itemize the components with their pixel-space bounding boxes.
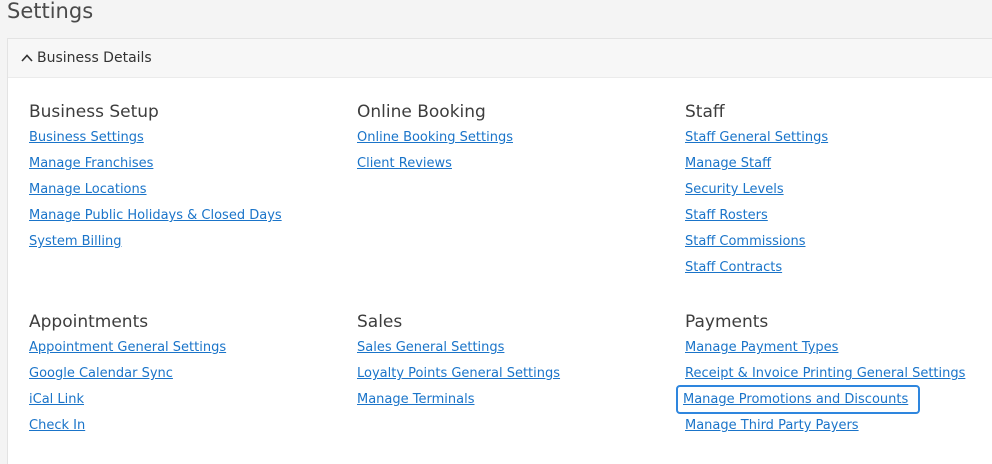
link-sales-general-settings[interactable]: Sales General Settings: [357, 340, 504, 355]
link-manage-locations[interactable]: Manage Locations: [29, 182, 147, 197]
link-check-in[interactable]: Check In: [29, 418, 85, 433]
link-staff-general-settings[interactable]: Staff General Settings: [685, 130, 828, 145]
section-title: Online Booking: [357, 102, 486, 122]
link-appointment-general-settings[interactable]: Appointment General Settings: [29, 340, 226, 355]
link-staff-contracts[interactable]: Staff Contracts: [685, 260, 782, 275]
section-title: Staff: [685, 102, 725, 122]
section-title: Sales: [357, 312, 403, 332]
chevron-up-icon: [19, 50, 35, 66]
link-security-levels[interactable]: Security Levels: [685, 182, 784, 197]
link-business-settings[interactable]: Business Settings: [29, 130, 144, 145]
section-business-setup: Business Setup Business Settings Manage …: [29, 101, 339, 257]
link-manage-franchises[interactable]: Manage Franchises: [29, 156, 153, 171]
page-title: Settings: [7, 0, 94, 23]
link-online-booking-settings[interactable]: Online Booking Settings: [357, 130, 513, 145]
link-staff-commissions[interactable]: Staff Commissions: [685, 234, 806, 249]
business-details-toggle[interactable]: Business Details: [8, 39, 992, 78]
section-title: Appointments: [29, 312, 149, 332]
section-title: Business Setup: [29, 102, 159, 122]
link-google-calendar-sync[interactable]: Google Calendar Sync: [29, 366, 173, 381]
link-manage-staff[interactable]: Manage Staff: [685, 156, 771, 171]
section-staff: Staff Staff General Settings Manage Staf…: [685, 101, 992, 283]
highlight-box: Manage Promotions and Discounts: [675, 385, 921, 414]
link-system-billing[interactable]: System Billing: [29, 234, 121, 249]
settings-page: Settings Business Details Business Setup…: [0, 0, 992, 464]
panel-header-label: Business Details: [37, 50, 152, 66]
link-staff-rosters[interactable]: Staff Rosters: [685, 208, 768, 223]
section-payments: Payments Manage Payment Types Receipt & …: [675, 311, 992, 441]
link-client-reviews[interactable]: Client Reviews: [357, 156, 452, 171]
link-manage-promotions-and-discounts[interactable]: Manage Promotions and Discounts: [683, 392, 908, 407]
link-manage-payment-types[interactable]: Manage Payment Types: [685, 340, 838, 355]
section-sales: Sales Sales General Settings Loyalty Poi…: [357, 311, 667, 415]
link-manage-public-holidays[interactable]: Manage Public Holidays & Closed Days: [29, 208, 282, 223]
business-details-panel: Business Details Business Setup Business…: [7, 38, 992, 464]
link-ical-link[interactable]: iCal Link: [29, 392, 84, 407]
section-online-booking: Online Booking Online Booking Settings C…: [357, 101, 667, 179]
link-manage-third-party-payers[interactable]: Manage Third Party Payers: [685, 418, 859, 433]
link-loyalty-points-general-settings[interactable]: Loyalty Points General Settings: [357, 366, 560, 381]
link-receipt-invoice-printing-settings[interactable]: Receipt & Invoice Printing General Setti…: [685, 366, 965, 381]
link-manage-terminals[interactable]: Manage Terminals: [357, 392, 474, 407]
section-title: Payments: [685, 312, 769, 332]
section-appointments: Appointments Appointment General Setting…: [29, 311, 339, 441]
